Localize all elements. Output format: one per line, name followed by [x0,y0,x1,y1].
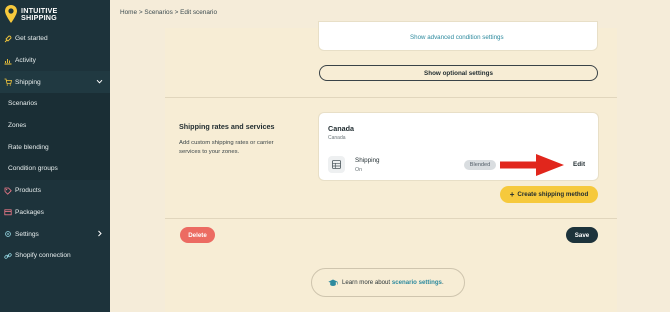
sidebar-item-zones[interactable]: Zones [0,114,110,137]
edit-link[interactable]: Edit [573,161,585,168]
brand-line-2: SHIPPING [21,13,57,22]
location-pin-icon [5,5,17,23]
sidebar-item-label: Condition groups [8,165,58,173]
table-icon [332,160,341,169]
arrow-annotation [500,154,564,176]
breadcrumb-separator: > [138,9,143,16]
breadcrumb: Home > Scenarios > Edit scenario [120,9,217,16]
show-optional-settings-button[interactable]: Show optional settings [319,65,598,81]
sidebar-item-condition-groups[interactable]: Condition groups [0,158,110,180]
chevron-right-icon[interactable] [95,229,103,237]
link-icon [4,252,12,260]
sidebar-item-settings[interactable]: Settings [0,223,110,245]
sidebar-item-label: Zones [8,122,27,130]
sidebar-item-label: Activity [15,57,36,65]
learn-more-suffix: . [441,279,444,286]
create-shipping-method-button[interactable]: + Create shipping method [500,186,598,203]
show-advanced-conditions-link[interactable]: Show advanced condition settings [410,34,504,41]
method-icon-box [328,156,345,173]
sidebar-item-label: Products [15,187,42,195]
sidebar-item-label: Scenarios [8,100,38,108]
rocket-icon [4,35,12,43]
zone-subtitle: Canada [328,135,346,141]
shipping-rates-description: Add custom shipping rates or carrier ser… [179,140,274,155]
sidebar-item-products[interactable]: Products [0,180,110,202]
main-content: Home > Scenarios > Edit scenario Show ad… [110,0,670,312]
sidebar: INTUITIVE SHIPPING Get started Activity … [0,0,110,312]
actions-divider [165,218,617,219]
delete-button[interactable]: Delete [180,227,215,243]
sidebar-item-label: Get started [15,35,48,43]
zone-card: Canada Canada Shipping On Blended Edit [319,113,598,180]
shipping-rates-title: Shipping rates and services [179,122,275,131]
sidebar-item-label: Packages [15,208,44,216]
sidebar-item-activity[interactable]: Activity [0,50,110,72]
sidebar-item-label: Settings [15,230,39,238]
breadcrumb-current: Edit scenario [180,9,218,16]
gear-icon [4,230,12,238]
method-name: Shipping [355,157,380,164]
cart-icon [4,78,12,86]
save-button[interactable]: Save [566,227,598,243]
scenario-form: Show advanced condition settings Show op… [165,22,617,312]
brand-logo[interactable]: INTUITIVE SHIPPING [0,0,110,28]
conditions-card: Show advanced condition settings [319,22,597,50]
sidebar-nav: Get started Activity Shipping Scenarios … [0,28,110,267]
sidebar-item-rate-blending[interactable]: Rate blending [0,136,110,159]
sidebar-item-scenarios[interactable]: Scenarios [0,93,110,115]
breadcrumb-home[interactable]: Home [120,9,137,16]
method-status: On [355,167,363,173]
sidebar-item-shopify-connection[interactable]: Shopify connection [0,245,110,267]
learn-more-banner[interactable]: Learn more about scenario settings . [311,268,465,297]
scenario-settings-link[interactable]: scenario settings [392,279,442,286]
sidebar-item-packages[interactable]: Packages [0,202,110,224]
plus-icon: + [509,189,515,199]
package-icon [4,208,12,216]
sidebar-item-label: Rate blending [8,143,49,151]
sidebar-item-get-started[interactable]: Get started [0,28,110,50]
breadcrumb-scenarios[interactable]: Scenarios [144,9,172,16]
chevron-down-icon[interactable] [95,77,103,85]
learn-more-prefix: Learn more about [342,279,391,286]
zone-name: Canada [328,124,354,133]
sidebar-item-label: Shopify connection [15,252,71,260]
sidebar-item-shipping[interactable]: Shipping [0,71,110,94]
tag-icon [4,187,12,195]
blended-badge: Blended [464,160,496,170]
graduation-cap-icon [328,279,338,286]
sidebar-item-label: Shipping [15,78,41,86]
section-divider [165,97,617,98]
breadcrumb-separator: > [174,9,179,16]
brand-name: INTUITIVE SHIPPING [21,6,58,22]
activity-icon [4,57,12,65]
create-shipping-method-label: Create shipping method [517,191,589,198]
